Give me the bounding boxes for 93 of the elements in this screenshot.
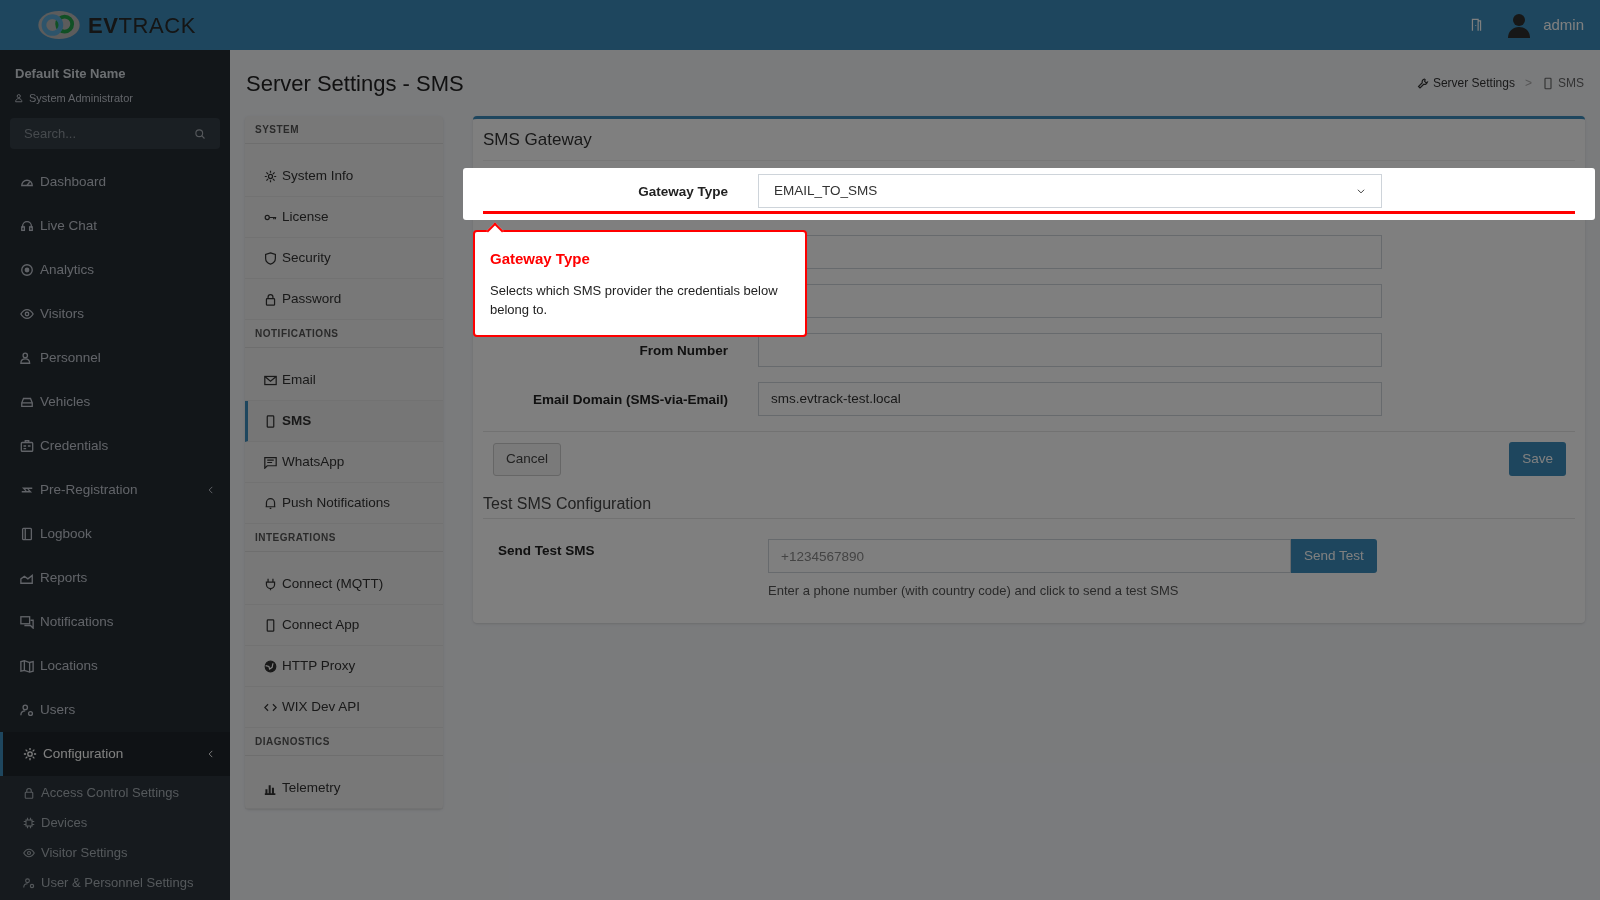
phone-icon [264, 414, 277, 428]
section-heading: SYSTEM [245, 116, 443, 144]
save-button[interactable]: Save [1509, 442, 1566, 476]
mail-icon [264, 373, 277, 387]
user-gear-icon [23, 877, 35, 889]
user-role: System Administrator [29, 90, 133, 106]
person-icon [15, 92, 25, 103]
plug-icon [264, 577, 277, 591]
page-title: Server Settings - SMS [245, 69, 464, 98]
settings-nav-item[interactable]: Security [245, 238, 443, 279]
bell-icon [264, 496, 277, 510]
breadcrumb-separator: > [1523, 75, 1533, 92]
headset-icon [20, 219, 34, 233]
settings-icon [23, 747, 37, 761]
card-title: SMS Gateway [483, 128, 592, 151]
logo-text: EVTRACK [88, 11, 196, 40]
submenu-item[interactable]: Visitor Settings [0, 838, 230, 868]
sidebar-item[interactable]: Credentials [0, 424, 230, 468]
sidebar-item[interactable]: Analytics [0, 248, 230, 292]
door-button[interactable] [1470, 18, 1484, 32]
settings-nav-item[interactable]: License [245, 197, 443, 238]
caret-icon [1356, 186, 1366, 196]
eye-icon [23, 847, 35, 859]
lock-icon [23, 787, 35, 799]
chevron-icon [206, 749, 216, 759]
help-text: Enter a phone number (with country code) and click to send a test SMS [768, 582, 1180, 600]
settings-nav-item[interactable]: System Info [245, 156, 443, 197]
sidebar-item[interactable]: Logbook [0, 512, 230, 556]
cancel-button[interactable]: Cancel [493, 442, 562, 476]
settings-nav-item[interactable]: HTTP Proxy [245, 646, 443, 687]
map-icon [20, 659, 34, 673]
submenu-item[interactable]: Access Control Settings [0, 778, 230, 808]
settings-nav-item[interactable]: Connect App [245, 605, 443, 646]
settings-nav-item[interactable]: SMS [245, 401, 443, 442]
field-label: From Number [639, 343, 728, 358]
input-field[interactable] [758, 333, 1382, 367]
breadcrumb-link[interactable]: SMS [1542, 74, 1584, 92]
field-label: Send Test SMS [498, 542, 596, 560]
book-icon [20, 527, 34, 541]
section-heading: DIAGNOSTICS [245, 728, 443, 756]
sidebar-item[interactable]: Notifications [0, 600, 230, 644]
sidebar-item[interactable]: Vehicles [0, 380, 230, 424]
sidebar-item[interactable]: Configuration [0, 732, 230, 776]
car-icon [20, 395, 34, 409]
settings-nav-item[interactable]: Password [245, 279, 443, 320]
lock-icon [264, 292, 277, 306]
eye-icon [20, 307, 34, 321]
tooltip-title: Gateway Type [490, 249, 591, 269]
avatar-icon[interactable] [1507, 12, 1532, 38]
user-name[interactable]: admin [1543, 13, 1584, 37]
field-label: Email Domain (SMS-via-Email) [532, 392, 728, 407]
phone-icon [264, 618, 277, 632]
gateway-type-select[interactable]: EMAIL_TO_SMS [758, 174, 1382, 208]
phone-input[interactable]: +1234567890 [768, 539, 1291, 573]
breadcrumb-link[interactable]: Server Settings [1416, 74, 1515, 92]
submenu-item[interactable]: User & Personnel Settings [0, 868, 230, 898]
user-gear-icon [20, 703, 34, 717]
send-test-button[interactable]: Send Test [1291, 539, 1377, 573]
shield-icon [264, 251, 277, 265]
section-title: Test SMS Configuration [483, 494, 652, 514]
settings-nav-item[interactable]: Push Notifications [245, 483, 443, 524]
sidebar-item[interactable]: Personnel [0, 336, 230, 380]
sidebar-item[interactable]: Pre-Registration [0, 468, 230, 512]
site-name: Default Site Name [15, 65, 127, 83]
field-label: Gateway Type [638, 184, 728, 199]
chip-icon [23, 817, 35, 829]
chat-icon [20, 615, 34, 629]
submenu-item[interactable]: Devices [0, 808, 230, 838]
chevron-icon [206, 485, 216, 495]
target-icon [20, 263, 34, 277]
tooltip-text: Selects which SMS provider the credentials below belong to. [490, 281, 779, 319]
sidebar-item[interactable]: Dashboard [0, 160, 230, 204]
settings-icon [264, 169, 277, 183]
settings-nav-item[interactable]: WhatsApp [245, 442, 443, 483]
sidebar-item[interactable]: Live Chat [0, 204, 230, 248]
sidebar-item[interactable]: Locations [0, 644, 230, 688]
search-icon [194, 127, 206, 140]
door-icon [1470, 18, 1484, 32]
wrench-icon [1416, 76, 1429, 90]
globe-icon [264, 659, 277, 673]
settings-nav-item[interactable]: Connect (MQTT) [245, 564, 443, 605]
phone-icon [1542, 76, 1554, 90]
settings-nav-item[interactable]: WIX Dev API [245, 687, 443, 728]
sidebar-item[interactable]: Reports [0, 556, 230, 600]
chart-icon [20, 571, 34, 585]
sidebar-item[interactable]: Visitors [0, 292, 230, 336]
section-heading: INTEGRATIONS [245, 524, 443, 552]
section-heading: NOTIFICATIONS [245, 320, 443, 348]
settings-nav-item[interactable]: Telemetry [245, 768, 443, 809]
input-field[interactable]: sms.evtrack-test.local [758, 382, 1382, 416]
message-icon [264, 455, 277, 469]
sidebar-item[interactable]: Users [0, 688, 230, 732]
id-card-icon [20, 439, 34, 453]
